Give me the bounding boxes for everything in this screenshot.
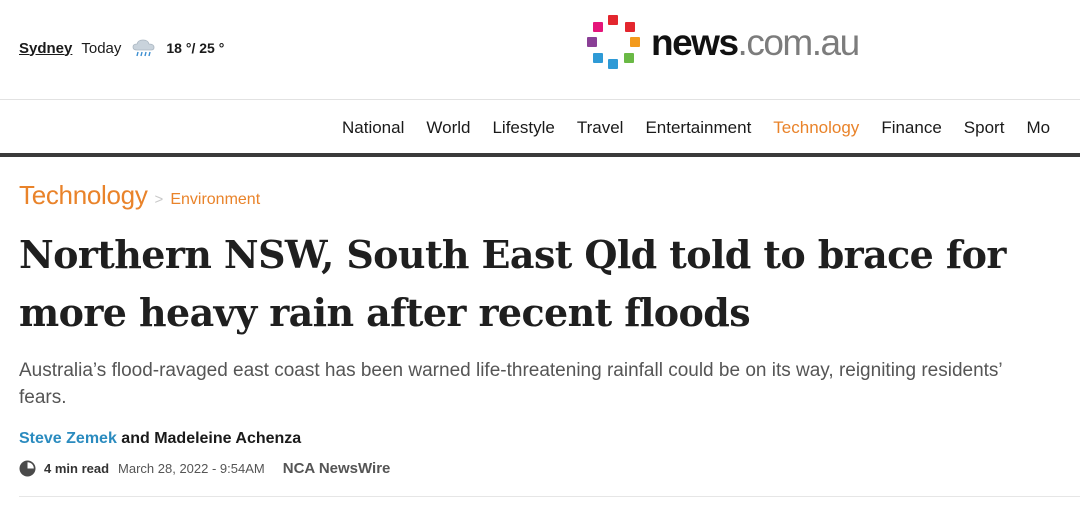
- nav-item-more[interactable]: Mo: [1015, 118, 1061, 138]
- weather-city-link[interactable]: Sydney: [19, 40, 72, 57]
- author-name: Madeleine Achenza: [154, 430, 302, 447]
- breadcrumb-section-link[interactable]: Technology: [19, 180, 148, 211]
- cloud-rain-icon: [131, 38, 157, 58]
- article-standfirst: Australia’s flood-ravaged east coast has…: [19, 360, 1002, 408]
- nav-item-lifestyle[interactable]: Lifestyle: [481, 118, 565, 138]
- article-headline: Northern NSW, South East Qld told to bra…: [19, 232, 1006, 335]
- logo-wordmark: news.com.au: [651, 21, 861, 63]
- breadcrumb-subsection-link[interactable]: Environment: [170, 191, 260, 209]
- breadcrumb: Technology > Environment: [19, 180, 260, 211]
- site-logo[interactable]: news.com.au: [585, 14, 861, 70]
- weather-day-label: Today: [81, 39, 122, 57]
- article-meta: 4 min read March 28, 2022 - 9:54AM NCA N…: [19, 460, 390, 477]
- weather-temperature: 18 °/ 25 °: [166, 40, 225, 56]
- nav-list: National World Lifestyle Travel Entertai…: [331, 118, 1061, 138]
- breadcrumb-chevron-icon: >: [154, 191, 164, 208]
- meta-divider: [19, 496, 1080, 497]
- author-joiner: and: [116, 430, 155, 447]
- main-nav: National World Lifestyle Travel Entertai…: [0, 100, 1080, 154]
- nav-item-world[interactable]: World: [415, 118, 481, 138]
- clock-icon: [19, 460, 36, 477]
- nav-item-sport[interactable]: Sport: [953, 118, 1016, 138]
- article-byline: Steve Zemek and Madeleine Achenza: [19, 430, 301, 448]
- logo-mark-icon: [585, 14, 641, 70]
- nav-item-travel[interactable]: Travel: [566, 118, 635, 138]
- nav-item-national[interactable]: National: [331, 118, 415, 138]
- logo-word-light: .com.au: [737, 21, 861, 63]
- nav-item-technology[interactable]: Technology: [762, 118, 870, 138]
- article-source: NCA NewsWire: [282, 460, 391, 477]
- top-bar: Sydney Today 18 °/ 25 ° news.com.au: [0, 0, 1080, 100]
- read-time: 4 min read: [44, 461, 110, 476]
- logo-word-bold: news: [651, 21, 739, 63]
- weather-widget[interactable]: Sydney Today 18 °/ 25 °: [19, 38, 224, 58]
- author-link[interactable]: Steve Zemek: [19, 430, 117, 447]
- nav-item-finance[interactable]: Finance: [870, 118, 952, 138]
- nav-rule: [0, 153, 1080, 157]
- nav-item-entertainment[interactable]: Entertainment: [634, 118, 762, 138]
- publish-date: March 28, 2022 - 9:54AM: [118, 461, 265, 476]
